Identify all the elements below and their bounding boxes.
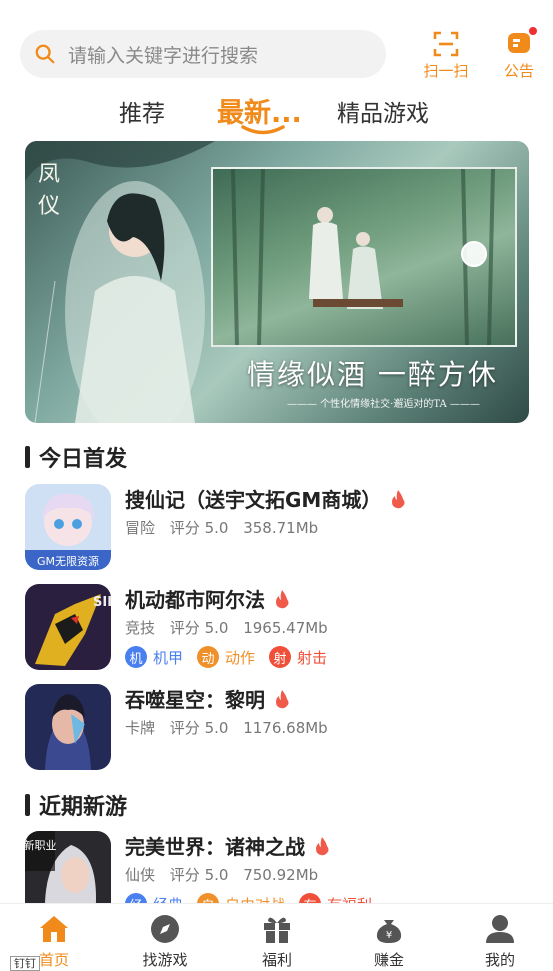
section-title-recent: 近期新游 (39, 795, 128, 820)
nav-welfare[interactable]: 福利 (237, 912, 317, 970)
game-genre: 竞技 (125, 619, 156, 637)
header: 请输入关键字进行搜索 扫一扫 公告 (0, 0, 553, 90)
tag-shooter[interactable]: 射 射击 (269, 646, 327, 668)
search-icon (35, 44, 55, 64)
game-size: 358.71Mb (243, 519, 319, 537)
game-genre: 仙侠 (125, 866, 156, 884)
banner-game-title: 凤仪 (37, 162, 60, 219)
tag-label: 动作 (225, 648, 256, 667)
category-tabs: 推荐 最新... 精品游戏 (0, 88, 553, 136)
game-item[interactable]: 吞噬星空：黎明 卡牌 评分 5.0 1176.68Mb (25, 684, 535, 770)
game-name-row: 机动都市阿尔法 (125, 584, 291, 613)
section-title-today: 今日首发 (39, 447, 128, 472)
banner-slogan: 情缘似酒 一醉方休 (247, 358, 498, 391)
tag-mecha-icon: 机 (125, 646, 147, 668)
tag-shooter-icon: 射 (269, 646, 292, 668)
tag-label: 射击 (297, 648, 328, 667)
game-icon: SII (25, 584, 111, 670)
fire-icon (316, 836, 329, 855)
game-genre: 卡牌 (125, 719, 156, 737)
tab-premium-games[interactable]: 精品游戏 (337, 94, 429, 128)
money-bag-icon: ¥ (376, 920, 402, 943)
fire-icon (392, 489, 405, 508)
game-genre: 冒险 (125, 519, 156, 537)
game-meta: 卡牌 评分 5.0 1176.68Mb (125, 717, 338, 738)
notice-badge-dot (529, 27, 537, 35)
scan-button[interactable]: 扫一扫 (416, 30, 476, 81)
banner-subslogan: ——— 个性化情缘社交·邂逅对的TA ——— (287, 399, 480, 410)
mecha-icon: SII (25, 584, 111, 670)
tag-mecha[interactable]: 机 机甲 (125, 646, 183, 668)
game-name-row: 吞噬星空：黎明 (125, 684, 291, 713)
pin-label: 钉钉 (10, 956, 40, 971)
game-name: 吞噬星空：黎明 (125, 688, 265, 712)
svg-text:¥: ¥ (386, 930, 392, 941)
game-rating: 评分 5.0 (169, 719, 229, 737)
nav-earn[interactable]: ¥ 赚金 (349, 912, 429, 970)
scan-label: 扫一扫 (423, 62, 469, 80)
game-name: 搜仙记（送宇文拓GM商城） (125, 488, 382, 512)
game-meta: 竞技 评分 5.0 1965.47Mb (125, 617, 338, 638)
section-today-header: 今日首发 (25, 441, 127, 473)
compass-icon (151, 915, 179, 943)
tag-action-icon: 动 (197, 646, 220, 668)
nav-me-label: 我的 (484, 951, 515, 969)
game-size: 750.92Mb (243, 866, 319, 884)
game-name: 机动都市阿尔法 (125, 588, 265, 612)
game-name: 完美世界：诸神之战 (125, 835, 305, 859)
game-size: 1176.68Mb (243, 719, 328, 737)
game-icon-badge: 新职业 (25, 838, 57, 852)
bottom-nav: 首页 找游戏 福利 ¥ 赚金 我的 (0, 903, 553, 971)
game-icon-badge: GM无限资源 (37, 554, 99, 568)
game-rating: 评分 5.0 (169, 619, 229, 637)
nav-find-games[interactable]: 找游戏 (125, 912, 205, 970)
notice-label: 公告 (503, 62, 534, 80)
section-recent-header: 近期新游 (25, 789, 127, 821)
anime-girl-icon: GM无限资源 (25, 484, 111, 570)
promo-banner[interactable]: 凤仪 情缘似酒 一醉方休 ——— 个性化情缘社交·邂逅对的TA ——— (25, 141, 529, 423)
section-marker (25, 446, 30, 468)
game-name-row: 搜仙记（送宇文拓GM商城） (125, 484, 407, 513)
banner-toggle-button[interactable] (461, 241, 487, 267)
game-icon: GM无限资源 (25, 484, 111, 570)
svg-text:SII: SII (93, 595, 111, 610)
game-meta: 仙侠 评分 5.0 750.92Mb (125, 864, 328, 885)
tab-recommend[interactable]: 推荐 (119, 94, 165, 128)
section-marker (25, 794, 30, 816)
fire-icon (276, 689, 289, 708)
fire-icon (276, 589, 289, 608)
game-icon (25, 684, 111, 770)
game-rating: 评分 5.0 (169, 866, 229, 884)
notice-button[interactable]: 公告 (489, 27, 549, 81)
gift-icon (264, 917, 290, 943)
nav-earn-label: 赚金 (373, 951, 404, 969)
search-placeholder: 请输入关键字进行搜索 (68, 44, 259, 67)
tag-action[interactable]: 动 动作 (197, 646, 255, 668)
notice-icon (508, 33, 530, 53)
nav-home-label: 首页 (38, 951, 69, 969)
home-icon (40, 916, 68, 942)
tab-active-indicator (241, 125, 285, 135)
tag-label: 机甲 (153, 648, 184, 667)
nav-me[interactable]: 我的 (460, 912, 540, 970)
nav-find-label: 找游戏 (142, 951, 188, 969)
game-meta: 冒险 评分 5.0 358.71Mb (125, 517, 328, 538)
game-rating: 评分 5.0 (169, 519, 229, 537)
game-tags: 机 机甲 动 动作 射 射击 (125, 646, 341, 668)
nav-welfare-label: 福利 (261, 951, 292, 969)
scan-icon (433, 31, 459, 57)
search-bar[interactable]: 请输入关键字进行搜索 (20, 30, 386, 78)
game-name-row: 完美世界：诸神之战 (125, 831, 331, 860)
game-size: 1965.47Mb (243, 619, 328, 637)
user-icon (486, 915, 514, 943)
game-item[interactable]: SII 机动都市阿尔法 竞技 评分 5.0 1965.47Mb 机 机甲 动 动… (25, 584, 535, 670)
warrior-icon (25, 684, 111, 770)
game-item[interactable]: GM无限资源 搜仙记（送宇文拓GM商城） 冒险 评分 5.0 358.71Mb (25, 484, 535, 570)
